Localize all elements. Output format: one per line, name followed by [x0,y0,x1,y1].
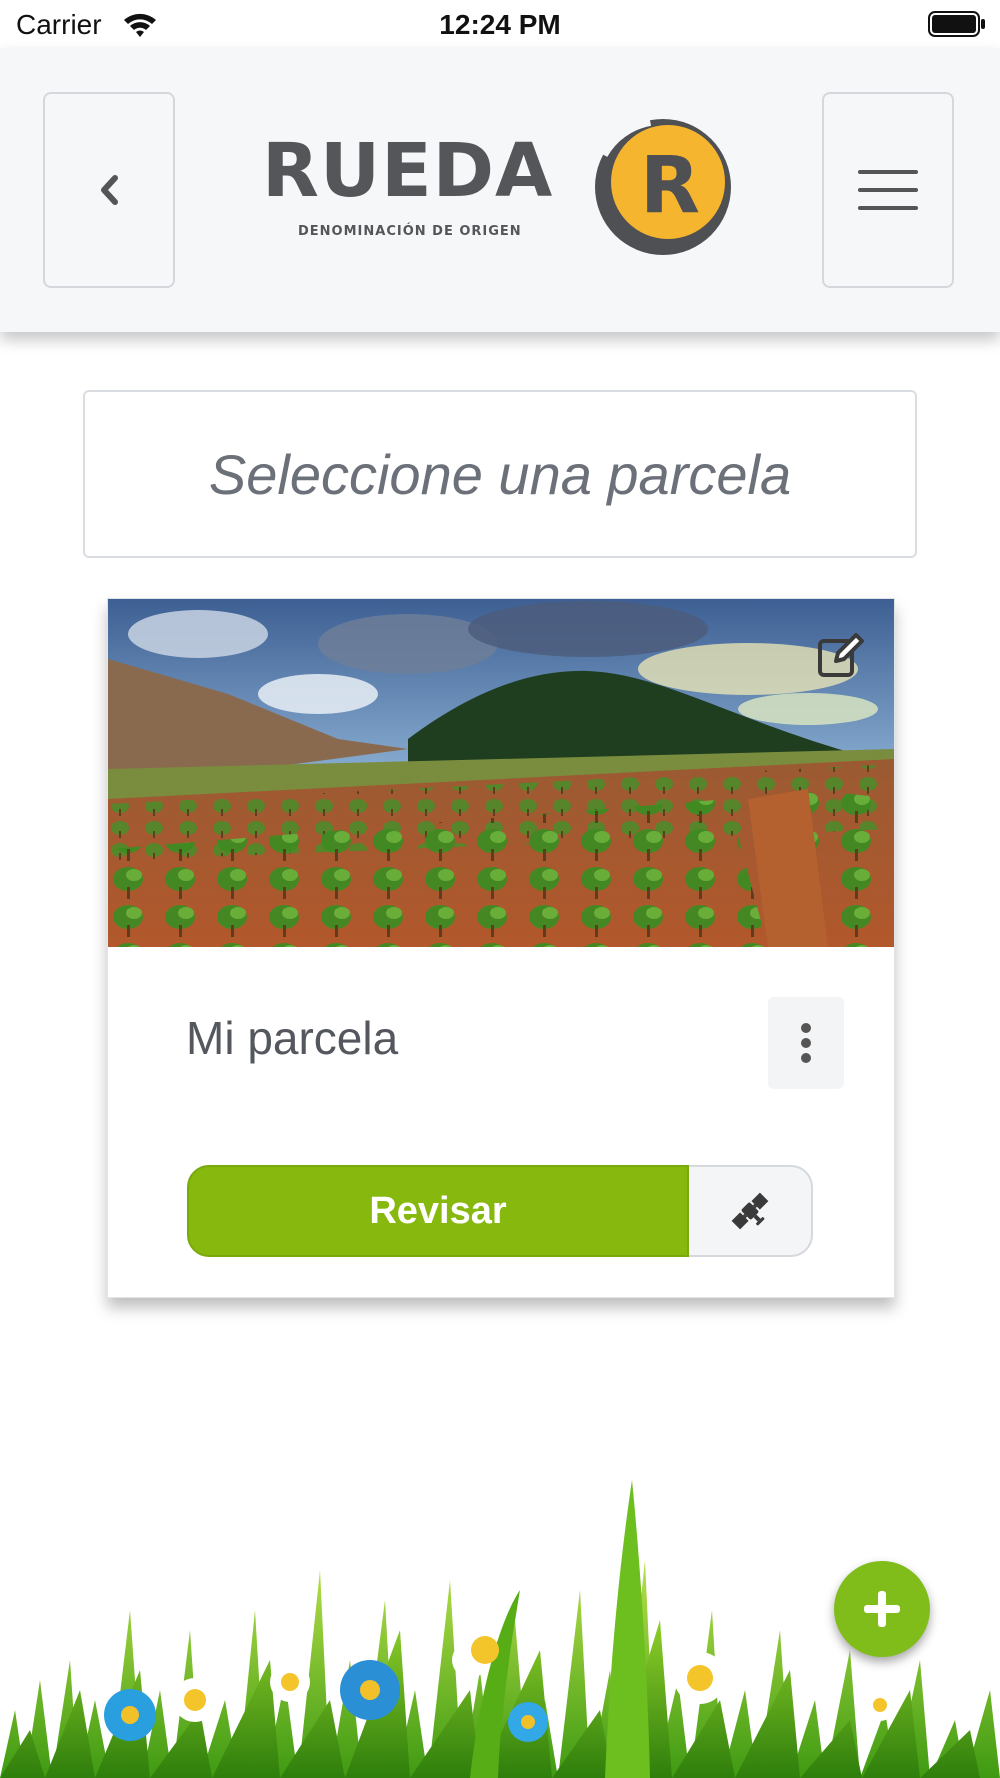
vertical-dots-icon [801,1023,811,1063]
status-bar: Carrier 12:24 PM [0,0,1000,48]
parcel-options-button[interactable] [768,997,844,1089]
rueda-logo: RUEDA DENOMINACIÓN DE ORIGEN R [260,114,740,264]
parcel-actions: Revisar [187,1165,813,1257]
app-header: RUEDA DENOMINACIÓN DE ORIGEN R [0,48,1000,332]
plus-icon [864,1591,900,1627]
vineyard-image [108,599,894,947]
edit-icon[interactable] [816,631,866,681]
parcel-name: Mi parcela [186,1012,399,1064]
parcel-card: Mi parcela Revisar [107,598,895,1298]
page-title: Seleccione una parcela [208,442,792,506]
battery-full-icon [928,11,985,37]
back-button[interactable] [43,92,175,288]
revisar-button[interactable]: Revisar [187,1165,689,1257]
logo-tagline: DENOMINACIÓN DE ORIGEN [298,224,522,239]
satellite-icon [731,1192,769,1230]
svg-text:R: R [640,141,700,231]
logo-r-mark: R [595,114,731,255]
menu-button[interactable] [822,92,954,288]
add-parcel-button[interactable] [834,1561,930,1657]
page-title-box: Seleccione una parcela [83,390,917,558]
chevron-left-icon [101,175,118,205]
logo-wordmark: RUEDA [262,128,554,214]
clock: 12:24 PM [439,9,561,40]
hamburger-menu-icon [858,170,918,210]
satellite-button[interactable] [689,1165,813,1257]
